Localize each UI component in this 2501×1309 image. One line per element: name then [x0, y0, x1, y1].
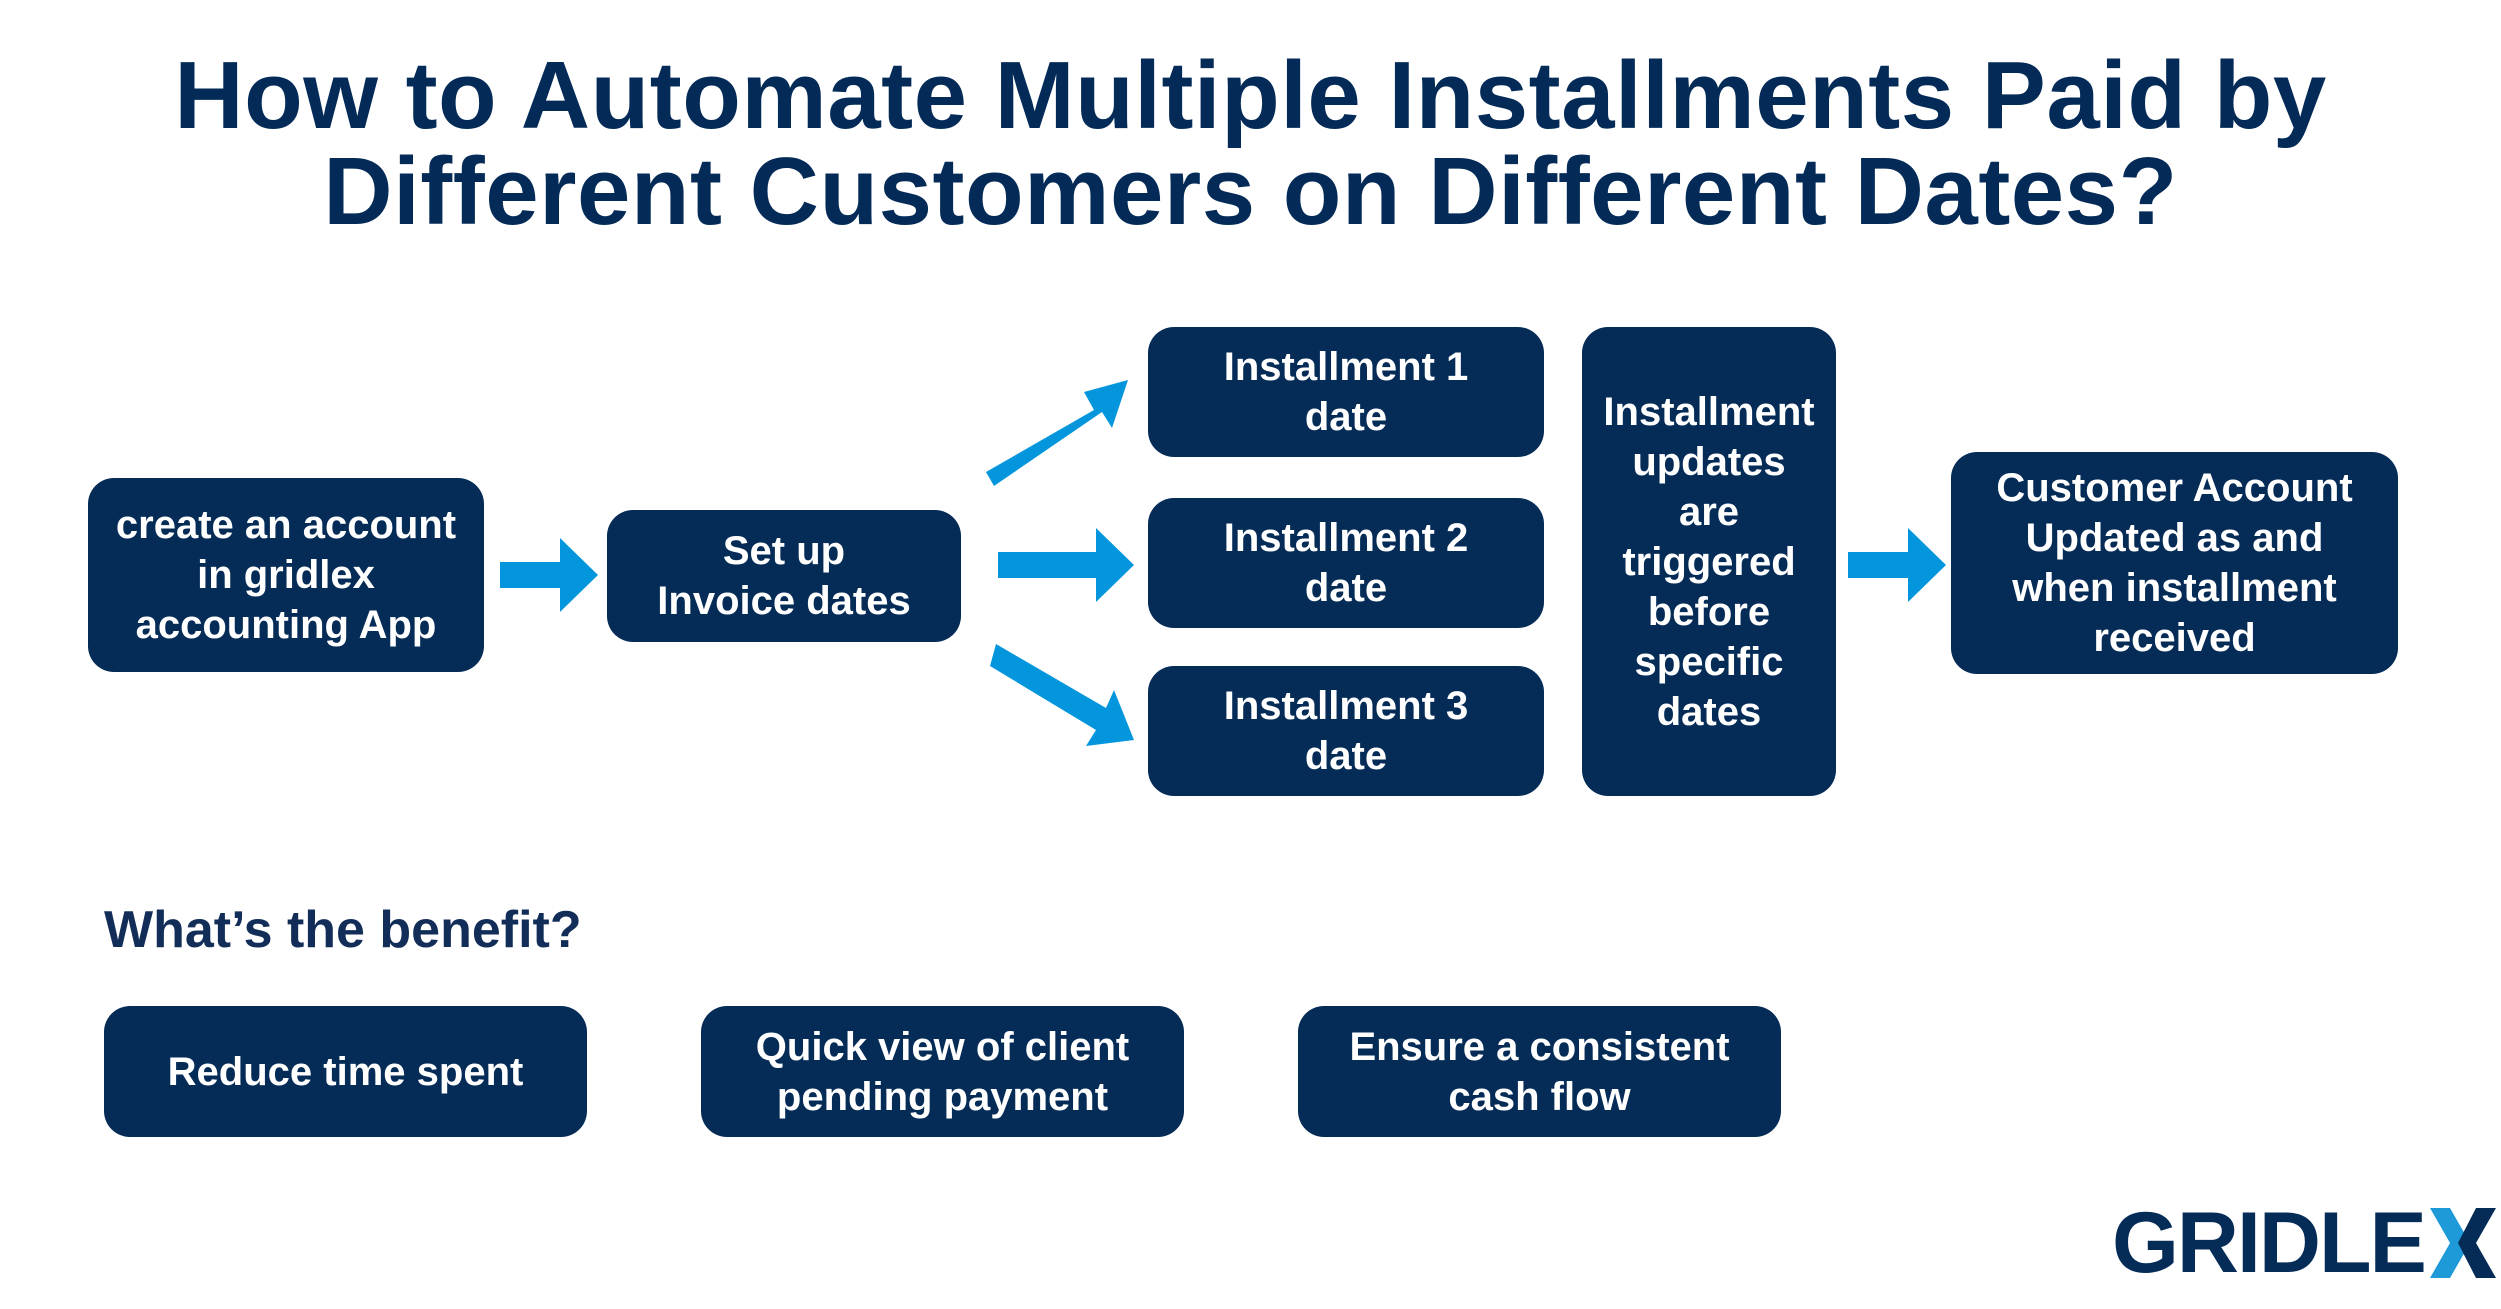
page-title: How to Automate Multiple Installments Pa…	[0, 48, 2501, 240]
step-setup-invoice-dates: Set up Invoice dates	[607, 510, 961, 642]
customer-account-updated-label: Customer Account Updated as and when ins…	[1996, 466, 2353, 660]
installment-1-box: Installment 1 date	[1148, 327, 1544, 457]
step-create-account-label: create an account in gridlex accounting …	[115, 503, 457, 647]
customer-account-updated-box: Customer Account Updated as and when ins…	[1951, 452, 2398, 674]
benefits-heading: What’s the benefit?	[104, 901, 582, 959]
trigger-updates-label: Installment updates are triggered before…	[1603, 389, 1815, 734]
arrow-right-icon	[1848, 528, 1946, 602]
arrow-right-icon	[500, 538, 598, 612]
arrow-down-right-icon	[990, 644, 1134, 746]
installment-2-label: Installment 2 date	[1223, 516, 1469, 610]
benefit-consistent-cash-flow: Ensure a consistent cash flow	[1298, 1006, 1781, 1137]
installment-3-box: Installment 3 date	[1148, 666, 1544, 796]
benefit-reduce-time: Reduce time spent	[104, 1006, 587, 1137]
title-line-1: How to Automate Multiple Installments Pa…	[174, 42, 2327, 149]
arrow-right-icon	[998, 528, 1134, 602]
benefit-consistent-cash-flow-label: Ensure a consistent cash flow	[1349, 1024, 1730, 1119]
logo-x-mark-icon	[2430, 1208, 2496, 1278]
installment-3-label: Installment 3 date	[1223, 684, 1469, 778]
installment-2-box: Installment 2 date	[1148, 498, 1544, 628]
trigger-updates-box: Installment updates are triggered before…	[1582, 327, 1836, 796]
installment-1-label: Installment 1 date	[1223, 345, 1469, 439]
step-create-account: create an account in gridlex accounting …	[88, 478, 484, 672]
logo-wordmark: GRIDLE	[2112, 1195, 2427, 1291]
benefit-quick-view-label: Quick view of client pending payment	[755, 1024, 1130, 1119]
step-setup-invoice-dates-label: Set up Invoice dates	[657, 529, 911, 623]
arrow-up-right-icon	[986, 380, 1128, 486]
benefit-reduce-time-label: Reduce time spent	[167, 1049, 524, 1094]
benefit-quick-view: Quick view of client pending payment	[701, 1006, 1184, 1137]
title-line-2: Different Customers on Different Dates?	[323, 138, 2178, 245]
